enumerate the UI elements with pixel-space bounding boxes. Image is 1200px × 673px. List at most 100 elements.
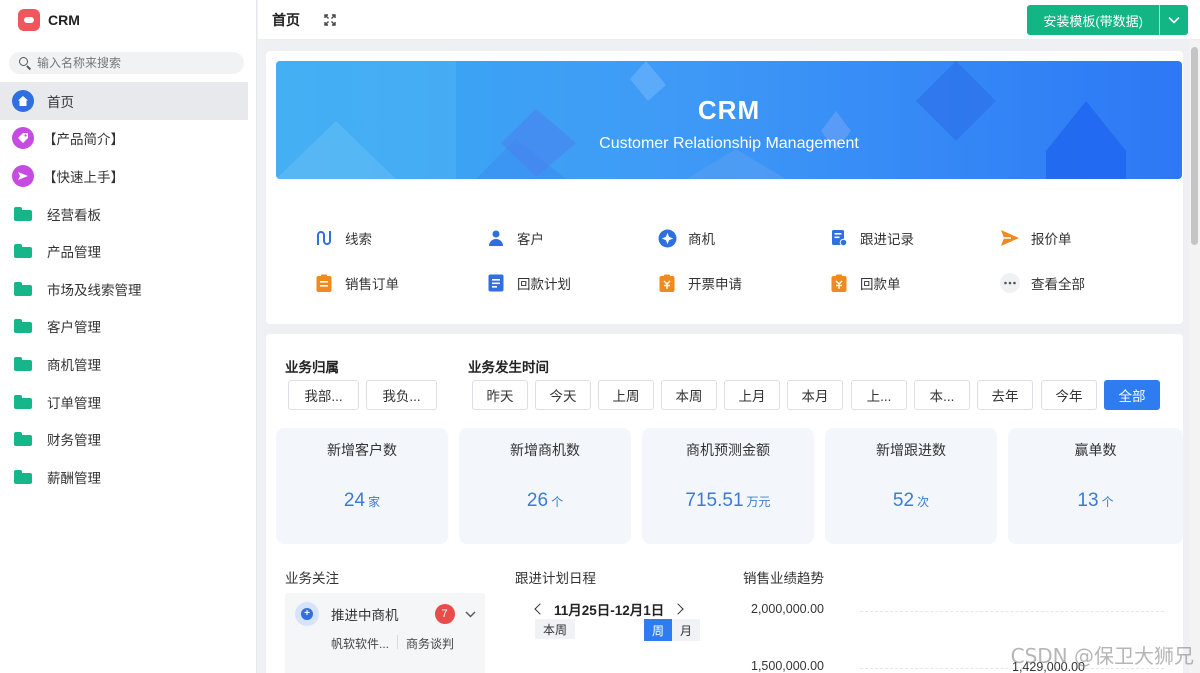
sidebar-item-label: 客户管理 bbox=[47, 320, 101, 336]
ownership-option-department[interactable]: 我部... bbox=[288, 380, 359, 410]
focus-item[interactable]: + 推进中商机 7 bbox=[285, 593, 485, 635]
chevron-down-icon bbox=[1168, 16, 1180, 24]
send-icon bbox=[12, 164, 34, 187]
time-option-this-week[interactable]: 本周 bbox=[661, 380, 717, 410]
quick-link-payment-plan[interactable]: 回款计划 bbox=[486, 272, 636, 294]
time-option-this-month[interactable]: 本月 bbox=[787, 380, 843, 410]
stat-value: 52 bbox=[892, 490, 915, 511]
folder-icon bbox=[14, 394, 32, 409]
folder-icon bbox=[14, 244, 32, 259]
folder-icon bbox=[14, 319, 32, 334]
folder-icon bbox=[14, 469, 32, 484]
time-option-today[interactable]: 今天 bbox=[535, 380, 591, 410]
chevron-right-icon[interactable] bbox=[672, 603, 684, 615]
more-icon bbox=[1000, 273, 1020, 293]
stat-label: 赢单数 bbox=[1074, 442, 1117, 458]
quick-link-label: 开票申请 bbox=[688, 277, 742, 292]
stat-card-new-opportunities[interactable]: 新增商机数 26 个 bbox=[459, 428, 631, 544]
sidebar-item-label: 薪酬管理 bbox=[47, 470, 101, 486]
stat-card-new-follow-ups[interactable]: 新增跟进数 52 次 bbox=[825, 428, 997, 544]
search-input[interactable] bbox=[37, 56, 237, 70]
y-tick-label: 2,000,000.00 bbox=[751, 602, 824, 616]
stat-unit: 个 bbox=[1101, 495, 1114, 509]
ownership-option-mine[interactable]: 我负... bbox=[366, 380, 437, 410]
time-option-last-month[interactable]: 上月 bbox=[724, 380, 780, 410]
focus-tag-company: 帆软软件... bbox=[331, 637, 390, 651]
time-option-all[interactable]: 全部 bbox=[1104, 380, 1160, 410]
quick-link-label: 查看全部 bbox=[1031, 277, 1085, 292]
install-dropdown-button[interactable] bbox=[1160, 5, 1188, 35]
time-option-last-period[interactable]: 上... bbox=[851, 380, 907, 410]
quick-link-follow-up[interactable]: 跟进记录 bbox=[829, 227, 979, 249]
sidebar-item-label: 财务管理 bbox=[47, 433, 101, 449]
time-filter-title: 业务发生时间 bbox=[468, 360, 549, 375]
time-option-this-year[interactable]: 今年 bbox=[1041, 380, 1097, 410]
stat-label: 新增商机数 bbox=[510, 442, 580, 458]
stat-card-new-customers[interactable]: 新增客户数 24 家 bbox=[276, 428, 448, 544]
sidebar-search[interactable] bbox=[9, 52, 244, 74]
sidebar-nav: 首页 【产品简介】 【快速上手】 经营看板 产品管理 市场及线索管理 客户管理 … bbox=[0, 82, 256, 496]
focus-tag-stage: 商务谈判 bbox=[406, 637, 455, 651]
focus-item-label: 推进中商机 bbox=[331, 608, 399, 623]
time-option-yesterday[interactable]: 昨天 bbox=[472, 380, 528, 410]
focus-item-details: 帆软软件... 商务谈判 bbox=[285, 635, 485, 652]
folder-icon bbox=[14, 206, 32, 221]
chevron-left-icon[interactable] bbox=[534, 603, 546, 615]
view-week-button[interactable]: 周 bbox=[644, 619, 672, 641]
quick-link-payment-receipt[interactable]: 回款单 bbox=[829, 272, 979, 294]
quick-link-view-all[interactable]: 查看全部 bbox=[1000, 272, 1150, 294]
folder-icon bbox=[14, 281, 32, 296]
this-week-button[interactable]: 本周 bbox=[535, 619, 575, 639]
fullscreen-icon[interactable] bbox=[324, 13, 336, 26]
overview-card: CRM Customer Relationship Management 线索 … bbox=[266, 51, 1183, 324]
route-icon bbox=[314, 228, 334, 248]
time-option-last-week[interactable]: 上周 bbox=[598, 380, 654, 410]
send-icon bbox=[1000, 228, 1020, 248]
grid-line bbox=[860, 611, 1164, 612]
stat-label: 商机预测金额 bbox=[686, 442, 770, 458]
quick-link-opportunities[interactable]: 商机 bbox=[657, 227, 807, 249]
app-logo-row[interactable]: CRM bbox=[0, 0, 256, 40]
quick-link-label: 回款单 bbox=[860, 277, 901, 292]
sidebar-item-opportunities[interactable]: 商机管理 bbox=[0, 345, 256, 383]
time-option-last-year[interactable]: 去年 bbox=[977, 380, 1033, 410]
sidebar-item-customers[interactable]: 客户管理 bbox=[0, 308, 256, 346]
watermark: CSDN @保卫大狮兄 bbox=[1010, 644, 1194, 668]
business-dashboard-card: 业务归属 我部... 我负... 业务发生时间 昨天 今天 上周 本周 上月 本… bbox=[266, 334, 1183, 673]
page-scrollbar[interactable] bbox=[1189, 41, 1200, 673]
quick-link-invoice-request[interactable]: 开票申请 bbox=[657, 272, 807, 294]
quick-link-quotes[interactable]: 报价单 bbox=[1000, 227, 1150, 249]
scrollbar-thumb[interactable] bbox=[1191, 47, 1198, 245]
sidebar-item-label: 商机管理 bbox=[47, 357, 101, 373]
sidebar-item-product-intro[interactable]: 【产品简介】 bbox=[0, 120, 256, 158]
focus-panel: + 推进中商机 7 帆软软件... 商务谈判 bbox=[285, 593, 485, 673]
sidebar-item-home[interactable]: 首页 bbox=[0, 82, 248, 120]
view-month-button[interactable]: 月 bbox=[672, 619, 700, 641]
quick-link-label: 客户 bbox=[517, 232, 544, 247]
sidebar-item-products[interactable]: 产品管理 bbox=[0, 232, 256, 270]
stat-unit: 次 bbox=[917, 495, 930, 509]
clipboard-icon bbox=[314, 273, 334, 293]
sidebar-item-finance[interactable]: 财务管理 bbox=[0, 420, 256, 458]
person-icon bbox=[486, 228, 506, 248]
quick-link-sales-orders[interactable]: 销售订单 bbox=[314, 272, 464, 294]
sidebar-item-dashboard[interactable]: 经营看板 bbox=[0, 195, 256, 233]
stat-card-forecast-amount[interactable]: 商机预测金额 715.51 万元 bbox=[642, 428, 814, 544]
schedule-nav: 11月25日-12月1日 bbox=[534, 599, 684, 619]
view-toggle: 周 月 bbox=[644, 619, 700, 641]
sidebar-item-marketing[interactable]: 市场及线索管理 bbox=[0, 270, 256, 308]
stat-card-won-deals[interactable]: 赢单数 13 个 bbox=[1008, 428, 1183, 544]
search-icon bbox=[19, 57, 32, 70]
quick-link-label: 报价单 bbox=[1031, 232, 1072, 247]
quick-link-leads[interactable]: 线索 bbox=[314, 227, 464, 249]
time-option-this-period[interactable]: 本... bbox=[914, 380, 970, 410]
install-template-button[interactable]: 安装模板(带数据) bbox=[1027, 5, 1160, 35]
stat-value: 24 bbox=[343, 490, 366, 511]
sidebar-item-orders[interactable]: 订单管理 bbox=[0, 383, 256, 421]
sidebar-item-label: 订单管理 bbox=[47, 395, 101, 411]
stat-value: 13 bbox=[1077, 490, 1099, 511]
sidebar-item-payroll[interactable]: 薪酬管理 bbox=[0, 458, 256, 496]
quick-link-customers[interactable]: 客户 bbox=[486, 227, 636, 249]
sidebar-item-quick-start[interactable]: 【快速上手】 bbox=[0, 157, 256, 195]
chevron-down-icon[interactable] bbox=[465, 611, 476, 618]
